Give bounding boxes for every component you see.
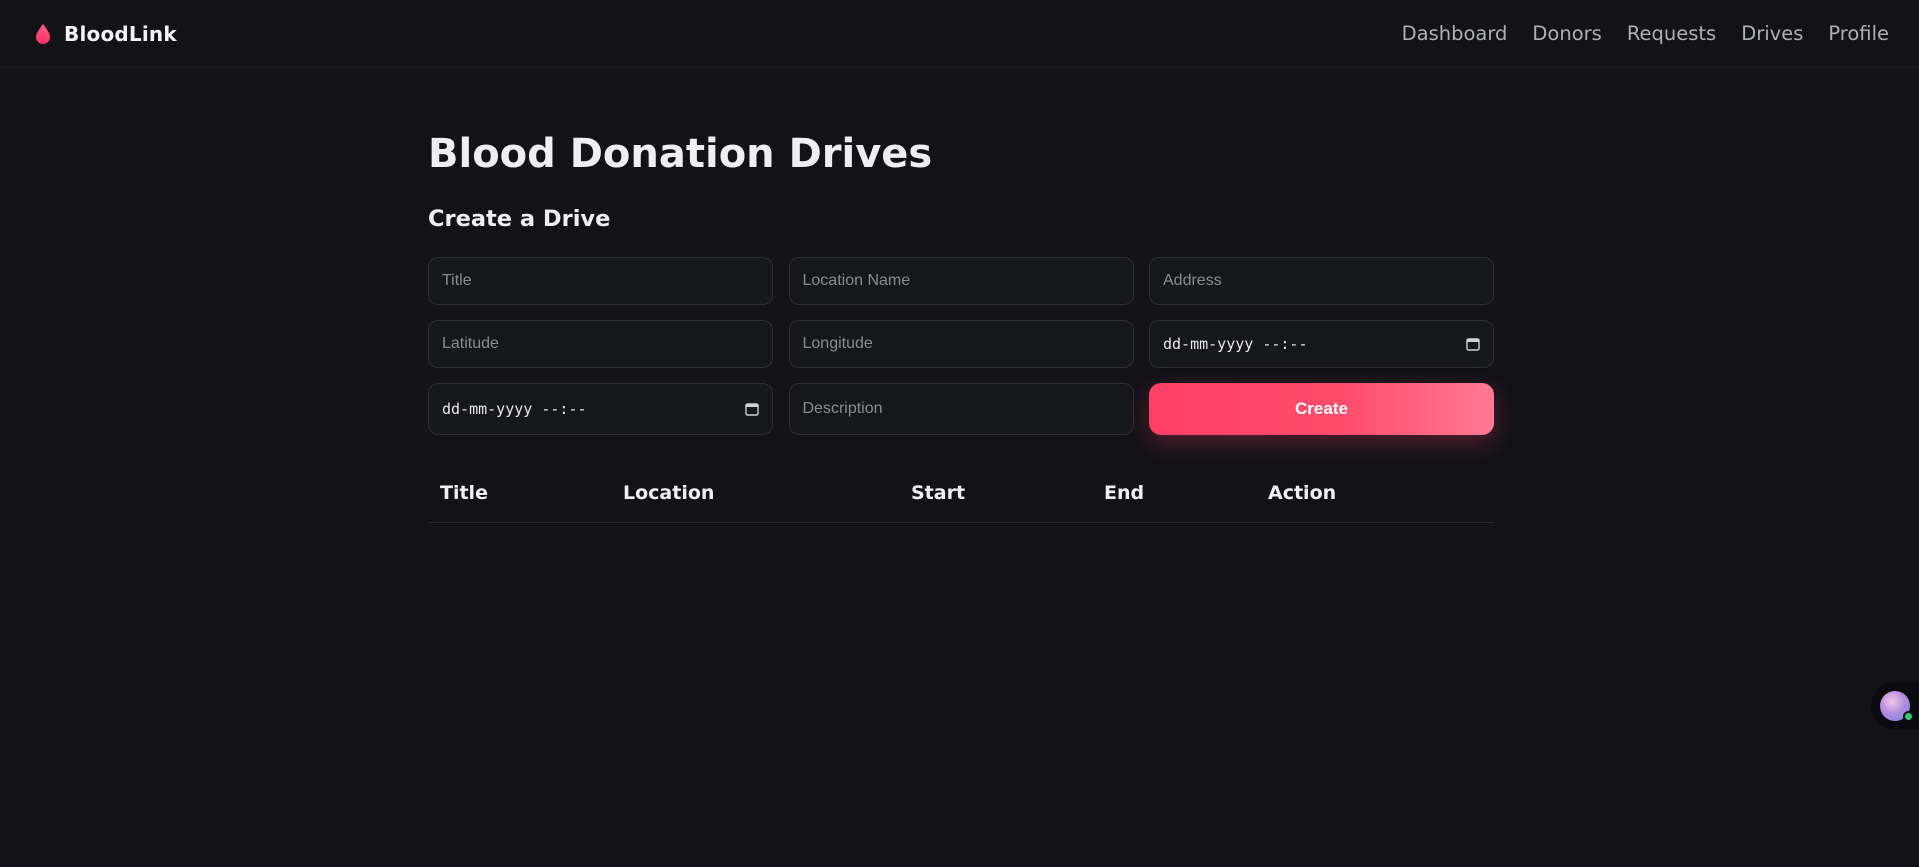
column-title: Title bbox=[440, 482, 488, 504]
address-input[interactable]: Address bbox=[1149, 257, 1494, 305]
main-nav: Dashboard Donors Requests Drives Profile bbox=[1402, 22, 1889, 45]
column-action: Action bbox=[1268, 482, 1337, 504]
brand[interactable]: BloodLink bbox=[34, 22, 177, 46]
end-datetime-input[interactable]: dd-mm-yyyy --:-- bbox=[428, 383, 773, 435]
main-content: Blood Donation Drives Create a Drive Tit… bbox=[428, 126, 1494, 523]
create-button[interactable]: Create bbox=[1149, 383, 1494, 435]
latitude-input[interactable]: Latitude bbox=[428, 320, 773, 368]
blood-drop-icon bbox=[34, 23, 52, 45]
online-status-dot bbox=[1903, 711, 1914, 722]
create-drive-form: Title Location Name Address Latitude Lon… bbox=[428, 257, 1494, 435]
calendar-icon[interactable] bbox=[1466, 337, 1480, 351]
drives-table-header: Title Location Start End Action bbox=[428, 473, 1494, 523]
page-title: Blood Donation Drives bbox=[428, 131, 933, 177]
column-location: Location bbox=[623, 482, 715, 504]
nav-drives[interactable]: Drives bbox=[1741, 22, 1803, 45]
calendar-icon[interactable] bbox=[745, 402, 759, 416]
nav-dashboard[interactable]: Dashboard bbox=[1402, 22, 1508, 45]
nav-profile[interactable]: Profile bbox=[1828, 22, 1889, 45]
start-datetime-value: dd-mm-yyyy --:-- bbox=[1163, 335, 1308, 353]
top-navbar: BloodLink Dashboard Donors Requests Driv… bbox=[0, 0, 1919, 68]
brand-name: BloodLink bbox=[64, 22, 177, 46]
nav-requests[interactable]: Requests bbox=[1627, 22, 1716, 45]
column-end: End bbox=[1104, 482, 1145, 504]
column-start: Start bbox=[911, 482, 966, 504]
nav-donors[interactable]: Donors bbox=[1532, 22, 1601, 45]
assistant-launcher[interactable] bbox=[1871, 682, 1919, 730]
end-datetime-value: dd-mm-yyyy --:-- bbox=[442, 400, 587, 418]
create-drive-heading: Create a Drive bbox=[428, 206, 611, 232]
start-datetime-input[interactable]: dd-mm-yyyy --:-- bbox=[1149, 320, 1494, 368]
longitude-input[interactable]: Longitude bbox=[788, 320, 1134, 368]
description-input[interactable]: Description bbox=[788, 383, 1134, 435]
location-name-input[interactable]: Location Name bbox=[788, 257, 1134, 305]
title-input[interactable]: Title bbox=[428, 257, 773, 305]
assistant-avatar-icon bbox=[1880, 691, 1914, 722]
